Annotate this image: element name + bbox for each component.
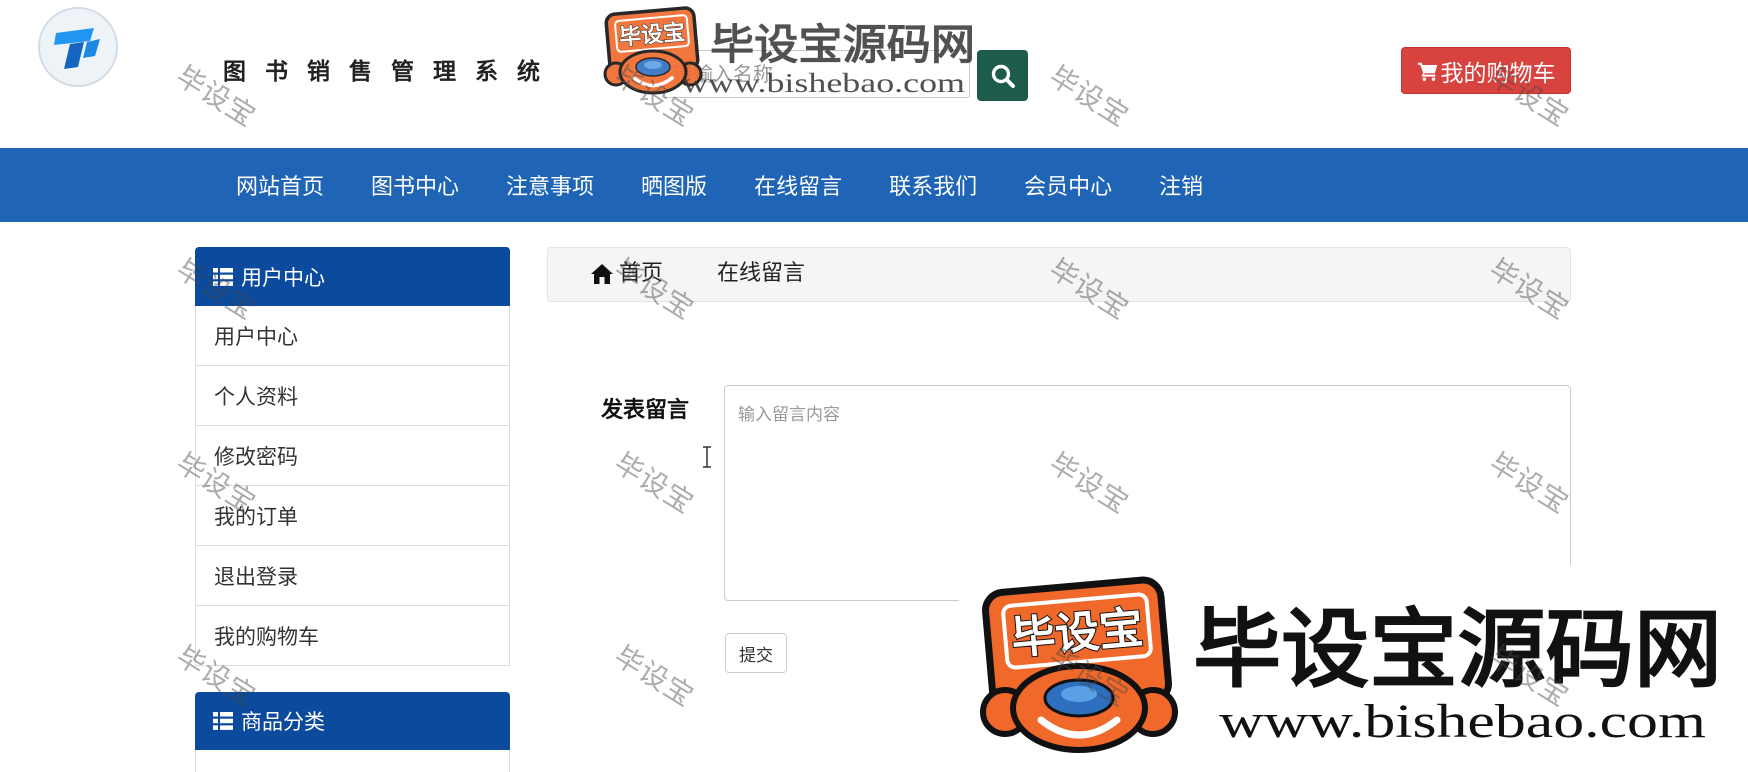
- user-center-panel-header: 用户中心: [195, 247, 510, 306]
- nav-item-member-center[interactable]: 会员中心: [1024, 169, 1112, 201]
- search-button[interactable]: [977, 50, 1028, 101]
- sidebar-item-profile[interactable]: 个人资料: [195, 366, 510, 426]
- breadcrumb-home-link[interactable]: 首页: [619, 261, 663, 287]
- list-icon: [213, 267, 233, 286]
- message-textarea[interactable]: [724, 385, 1571, 601]
- svg-text:www.bishebao.com: www.bishebao.com: [1219, 695, 1706, 748]
- search-input[interactable]: [664, 50, 970, 98]
- watermark-tile: 毕设宝: [608, 639, 700, 714]
- sidebar-item-logout[interactable]: 退出登录: [195, 546, 510, 606]
- site-title: 图书销售管理系统: [223, 58, 559, 85]
- svg-text:毕设宝: 毕设宝: [1009, 602, 1145, 664]
- watermark-tile: 毕设宝: [1483, 639, 1575, 714]
- sidebar-item-my-orders[interactable]: 我的订单: [195, 486, 510, 546]
- nav-item-logout[interactable]: 注销: [1159, 169, 1203, 201]
- site-logo-icon: [38, 7, 118, 87]
- cart-icon: [1417, 62, 1437, 81]
- nav-item-messages[interactable]: 在线留言: [754, 169, 842, 201]
- category-panel-title: 商品分类: [241, 710, 325, 734]
- watermark-tile: 毕设宝: [608, 446, 700, 521]
- brand-badge-icon: 毕设宝: [980, 576, 1178, 753]
- text-cursor-icon: [703, 446, 711, 468]
- nav-item-notices[interactable]: 注意事项: [506, 169, 594, 201]
- nav-item-books[interactable]: 图书中心: [371, 169, 459, 201]
- svg-text:毕设宝源码网: 毕设宝源码网: [1193, 600, 1722, 700]
- list-icon: [213, 712, 233, 730]
- user-center-panel-title: 用户中心: [241, 265, 325, 290]
- submit-button[interactable]: 提交: [725, 633, 787, 673]
- breadcrumb-current: 在线留言: [717, 261, 806, 286]
- sidebar-item-cart[interactable]: 我的购物车: [195, 606, 510, 666]
- site-header: 图书销售管理系统 我的购物车: [0, 0, 1748, 148]
- category-list: [195, 750, 510, 772]
- cart-button[interactable]: 我的购物车: [1401, 47, 1571, 94]
- category-panel: 商品分类: [195, 692, 510, 772]
- main-nav: 网站首页 图书中心 注意事项 晒图版 在线留言 联系我们 会员中心 注销: [0, 148, 1748, 222]
- sidebar-item-change-password[interactable]: 修改密码: [195, 426, 510, 486]
- sidebar-item-user-center[interactable]: 用户中心: [195, 306, 510, 366]
- category-panel-header: 商品分类: [195, 692, 510, 750]
- home-icon: [591, 264, 613, 284]
- cart-button-label: 我的购物车: [1440, 60, 1556, 87]
- breadcrumb: 首页 在线留言: [547, 247, 1571, 302]
- site-logo[interactable]: [37, 6, 119, 88]
- nav-item-home[interactable]: 网站首页: [236, 169, 324, 201]
- nav-item-contact[interactable]: 联系我们: [889, 169, 977, 201]
- search-icon: [991, 64, 1015, 88]
- nav-item-photo-board[interactable]: 晒图版: [641, 169, 707, 201]
- watermark-tile: 毕设宝: [1043, 639, 1135, 714]
- user-center-panel: 用户中心 用户中心 个人资料 修改密码 我的订单 退出登录 我的购物车: [195, 247, 510, 666]
- message-form-label: 发表留言: [601, 398, 690, 423]
